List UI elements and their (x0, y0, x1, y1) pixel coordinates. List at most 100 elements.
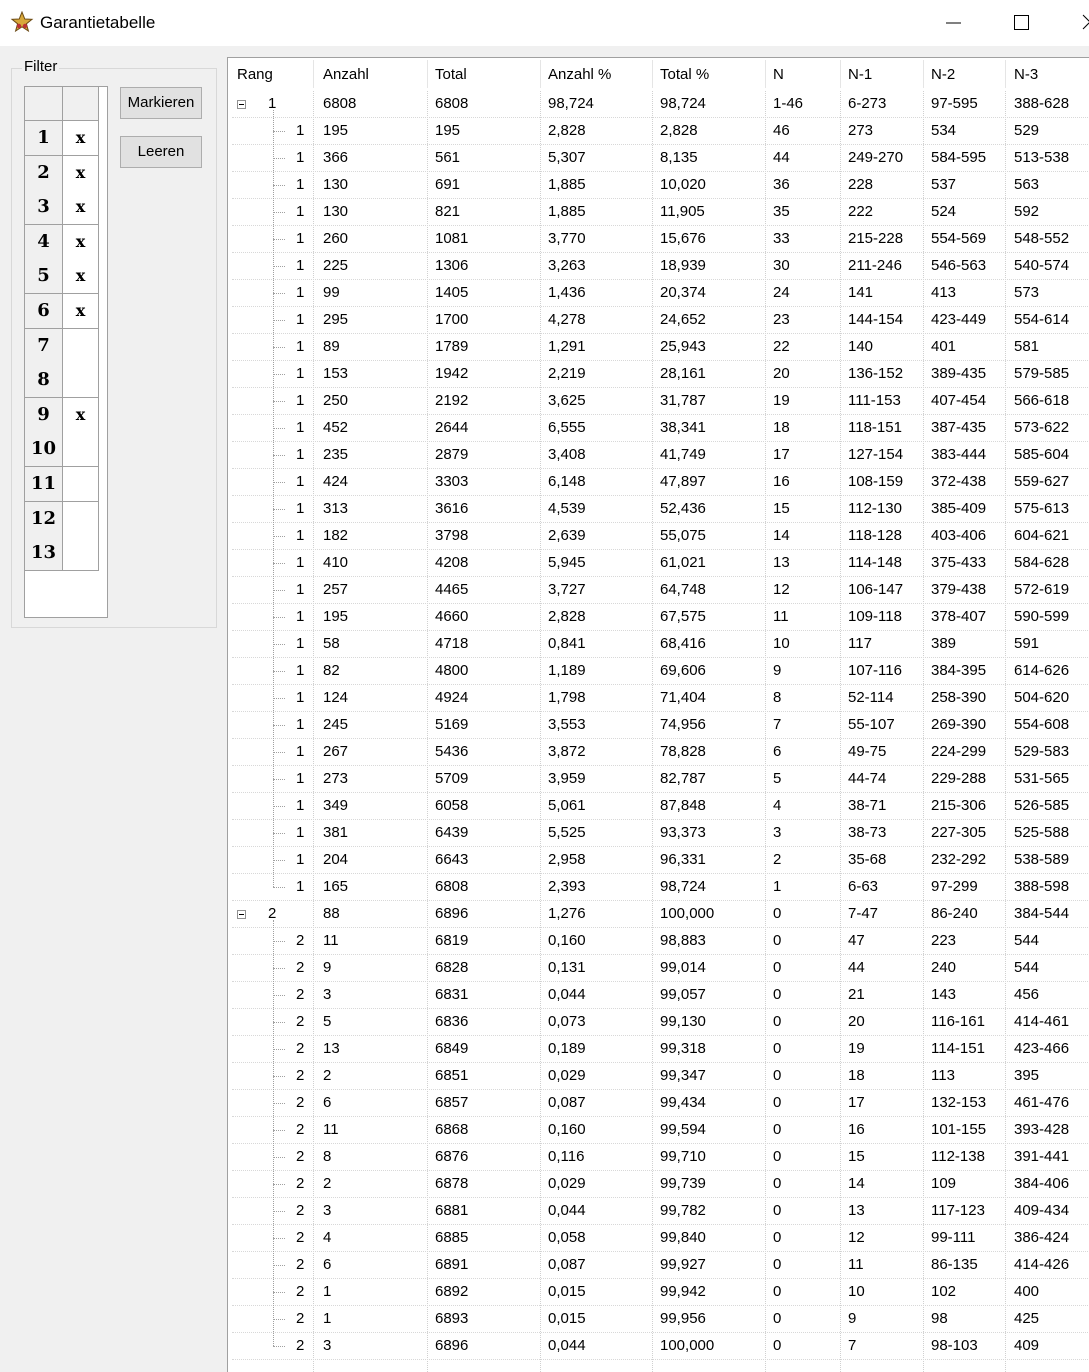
tree-row[interactable]: 1 295 1700 4,278 24,652 23 144-154 423-449 554-6… (228, 307, 1089, 334)
tree-row[interactable]: 1 424 3303 6,148 47,897 16 108-159 372-438 559-6… (228, 469, 1089, 496)
tree-row[interactable]: 2 3 6881 0,044 99,782 0 13 117-123 409-434 (228, 1198, 1089, 1225)
tree-row[interactable]: 1 349 6058 5,061 87,848 4 38-71 215-306 526-585 (228, 793, 1089, 820)
tree-row[interactable]: 1 99 1405 1,436 20,374 24 141 413 573 (228, 280, 1089, 307)
tree-row[interactable]: 2 3 6831 0,044 99,057 0 21 143 456 (228, 982, 1089, 1009)
column-header-separator[interactable] (427, 60, 428, 88)
filter-row-number[interactable]: 5 (25, 259, 63, 295)
tree-row[interactable]: 1 381 6439 5,525 93,373 3 38-73 227-305 525-588 (228, 820, 1089, 847)
column-header-separator[interactable] (923, 60, 924, 88)
filter-row-value[interactable] (63, 501, 99, 537)
filter-row-value[interactable]: x (63, 259, 99, 295)
column-header[interactable]: Total (435, 66, 467, 83)
minimize-button[interactable] (928, 0, 978, 46)
filter-row-value[interactable]: x (63, 294, 99, 329)
close-button[interactable] (1064, 0, 1089, 46)
tree-row[interactable]: 2 1 6892 0,015 99,942 0 10 102 400 (228, 1279, 1089, 1306)
filter-row-number[interactable]: 9 (25, 397, 63, 433)
column-header[interactable]: Total % (660, 66, 709, 83)
collapse-icon[interactable] (237, 910, 246, 919)
tree-row[interactable]: 1 257 4465 3,727 64,748 12 106-147 379-438 572-6… (228, 577, 1089, 604)
column-header[interactable]: N-1 (848, 66, 872, 83)
tree-row[interactable]: 1 313 3616 4,539 52,436 15 112-130 385-409 575-6… (228, 496, 1089, 523)
tree-row[interactable]: 1 82 4800 1,189 69,606 9 107-116 384-395 614-626 (228, 658, 1089, 685)
column-header[interactable]: N-2 (931, 66, 955, 83)
column-header-separator[interactable] (765, 60, 766, 88)
tree-row[interactable]: 2 5 6836 0,073 99,130 0 20 116-161 414-461 (228, 1009, 1089, 1036)
tree-row[interactable]: 1 225 1306 3,263 18,939 30 211-246 546-563 540-5… (228, 253, 1089, 280)
tree-row[interactable]: 2 1 6893 0,015 99,956 0 9 98 425 (228, 1306, 1089, 1333)
tree-row[interactable]: 1 204 6643 2,958 96,331 2 35-68 232-292 538-589 (228, 847, 1089, 874)
column-header-separator[interactable] (540, 60, 541, 88)
column-header[interactable]: N (773, 66, 784, 83)
tree-row[interactable]: 2 8 6876 0,116 99,710 0 15 112-138 391-441 (228, 1144, 1089, 1171)
tree-group-row[interactable]: 1 6808 6808 98,724 98,724 1-46 6-273 97-595 388-… (228, 91, 1089, 118)
filter-row-value[interactable]: x (63, 224, 99, 260)
filter-row-number[interactable]: 4 (25, 224, 63, 260)
tree-row[interactable]: 1 165 6808 2,393 98,724 1 6-63 97-299 388-598 (228, 874, 1089, 901)
filter-row-value[interactable]: x (63, 397, 99, 433)
tree-row[interactable]: 1 267 5436 3,872 78,828 6 49-75 224-299 529-583 (228, 739, 1089, 766)
filter-row-value[interactable] (63, 328, 99, 364)
tree-row[interactable]: 1 124 4924 1,798 71,404 8 52-114 258-390 504-620 (228, 685, 1089, 712)
filter-row-number[interactable]: 12 (25, 501, 63, 537)
filter-row-number[interactable]: 6 (25, 294, 63, 329)
filter-row-number[interactable]: 11 (25, 467, 63, 502)
filter-row-number[interactable]: 3 (25, 190, 63, 226)
filter-row-value[interactable] (63, 363, 99, 399)
markieren-button[interactable]: Markieren (120, 87, 202, 119)
tree-row[interactable]: 2 9 6828 0,131 99,014 0 44 240 544 (228, 955, 1089, 982)
filter-row-value[interactable] (63, 536, 99, 572)
tree-row[interactable]: 2 6 6857 0,087 99,434 0 17 132-153 461-476 (228, 1090, 1089, 1117)
column-header[interactable]: Anzahl % (548, 66, 611, 83)
tree-row[interactable]: 1 153 1942 2,219 28,161 20 136-152 389-435 579-5… (228, 361, 1089, 388)
filter-grid[interactable]: 1 x 2 x 3 x 4 x 5 x 6 x 7 8 9 x 10 11 12 13 (24, 86, 108, 618)
filter-row-number[interactable]: 13 (25, 536, 63, 572)
tree-row[interactable]: 1 245 5169 3,553 74,956 7 55-107 269-390 554-608 (228, 712, 1089, 739)
guarantee-table[interactable]: Rang Anzahl Total Anzahl % Total % N N-1 N-2 N-3… (227, 57, 1089, 1372)
tree-row[interactable]: 2 2 6878 0,029 99,739 0 14 109 384-406 (228, 1171, 1089, 1198)
column-header-separator[interactable] (313, 60, 314, 88)
filter-row-number[interactable]: 7 (25, 328, 63, 364)
tree-row[interactable]: 1 58 4718 0,841 68,416 10 117 389 591 (228, 631, 1089, 658)
maximize-button[interactable] (996, 0, 1046, 46)
filter-row-value[interactable]: x (63, 155, 99, 191)
tree-row[interactable]: 1 130 821 1,885 11,905 35 222 524 592 (228, 199, 1089, 226)
tree-row[interactable]: 1 182 3798 2,639 55,075 14 118-128 403-406 604-6… (228, 523, 1089, 550)
tree-row[interactable]: 1 235 2879 3,408 41,749 17 127-154 383-444 585-6… (228, 442, 1089, 469)
filter-row-number[interactable]: 8 (25, 363, 63, 399)
tree-row[interactable]: 1 89 1789 1,291 25,943 22 140 401 581 (228, 334, 1089, 361)
column-header[interactable]: N-3 (1014, 66, 1038, 83)
column-header[interactable]: Rang (237, 66, 273, 83)
filter-row-value[interactable]: x (63, 121, 99, 156)
tree-row[interactable]: 1 260 1081 3,770 15,676 33 215-228 554-569 548-5… (228, 226, 1089, 253)
tree-row[interactable]: 1 195 195 2,828 2,828 46 273 534 529 (228, 118, 1089, 145)
filter-row-number[interactable]: 10 (25, 432, 63, 468)
tree-row[interactable]: 1 452 2644 6,555 38,341 18 118-151 387-435 573-6… (228, 415, 1089, 442)
cell-n-2: 98 (931, 1310, 948, 1327)
leeren-button[interactable]: Leeren (120, 136, 202, 168)
tree-row[interactable]: 1 410 4208 5,945 61,021 13 114-148 375-433 584-6… (228, 550, 1089, 577)
filter-row-number[interactable]: 2 (25, 155, 63, 191)
column-header-separator[interactable] (840, 60, 841, 88)
tree-row[interactable]: 1 195 4660 2,828 67,575 11 109-118 378-407 590-5… (228, 604, 1089, 631)
filter-row-value[interactable]: x (63, 190, 99, 226)
tree-row[interactable]: 1 366 561 5,307 8,135 44 249-270 584-595 513-538 (228, 145, 1089, 172)
tree-row[interactable]: 2 13 6849 0,189 99,318 0 19 114-151 423-466 (228, 1036, 1089, 1063)
tree-row[interactable]: 2 6 6891 0,087 99,927 0 11 86-135 414-426 (228, 1252, 1089, 1279)
filter-row-number[interactable]: 1 (25, 121, 63, 156)
column-header[interactable]: Anzahl (323, 66, 369, 83)
filter-row-value[interactable] (63, 467, 99, 502)
tree-group-row[interactable]: 2 88 6896 1,276 100,000 0 7-47 86-240 384-544 (228, 901, 1089, 928)
column-header-separator[interactable] (1005, 60, 1006, 88)
filter-row-value[interactable] (63, 432, 99, 468)
tree-row[interactable]: 2 4 6885 0,058 99,840 0 12 99-111 386-424 (228, 1225, 1089, 1252)
tree-row[interactable]: 2 2 6851 0,029 99,347 0 18 113 395 (228, 1063, 1089, 1090)
column-header-separator[interactable] (652, 60, 653, 88)
tree-row[interactable]: 2 3 6896 0,044 100,000 0 7 98-103 409 (228, 1333, 1089, 1360)
tree-row[interactable]: 1 130 691 1,885 10,020 36 228 537 563 (228, 172, 1089, 199)
collapse-icon[interactable] (237, 100, 246, 109)
tree-row[interactable]: 1 250 2192 3,625 31,787 19 111-153 407-454 566-6… (228, 388, 1089, 415)
tree-row[interactable]: 1 273 5709 3,959 82,787 5 44-74 229-288 531-565 (228, 766, 1089, 793)
tree-row[interactable]: 2 11 6868 0,160 99,594 0 16 101-155 393-428 (228, 1117, 1089, 1144)
tree-row[interactable]: 2 11 6819 0,160 98,883 0 47 223 544 (228, 928, 1089, 955)
